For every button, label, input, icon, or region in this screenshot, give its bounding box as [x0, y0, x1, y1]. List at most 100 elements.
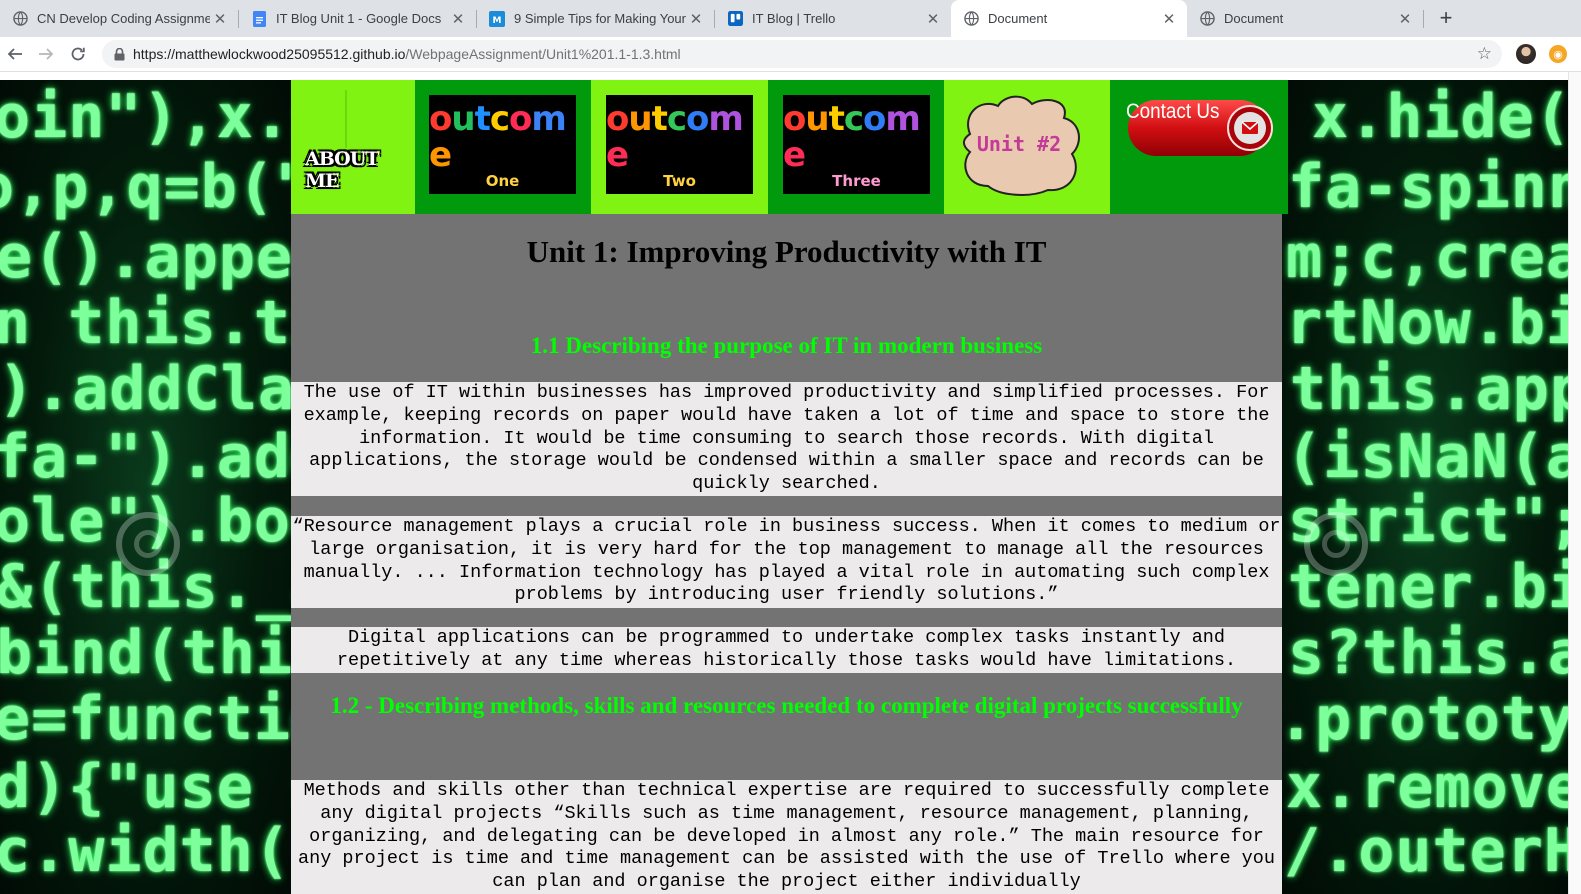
tab-title: IT Blog | Trello: [752, 11, 836, 26]
browser-toolbar: https://matthewlockwood25095512.github.i…: [0, 37, 1581, 72]
code-text-line: e().apper: [0, 222, 291, 292]
url-host: https://matthewlockwood25095512.github.i…: [133, 46, 406, 62]
code-text-line: e=functio: [0, 684, 291, 754]
reload-button[interactable]: [66, 42, 90, 66]
watermark-logo: [1304, 512, 1368, 576]
tab-title: 9 Simple Tips for Making Your: [514, 11, 686, 26]
svg-text:M: M: [493, 16, 502, 26]
tab-title: CN Develop Coding Assignmen: [37, 11, 210, 26]
code-text-line: .prototyp: [1282, 684, 1568, 754]
code-text-line: d){"use s: [0, 752, 291, 822]
tab-document-active[interactable]: Document ✕: [951, 0, 1187, 37]
outcome-subtitle: One: [485, 171, 520, 190]
lock-icon: [114, 47, 125, 61]
outcome-word: outcome: [606, 101, 753, 173]
tab-google-docs[interactable]: IT Blog Unit 1 - Google Docs ✕: [239, 0, 476, 37]
code-text-line: c.width(: [0, 816, 291, 886]
tab-separator: [1423, 10, 1424, 28]
nav-outcome-two[interactable]: outcome Two: [591, 80, 768, 214]
arrow-left-icon: [7, 48, 22, 60]
outcome-letter: m: [531, 98, 566, 139]
page-scrollbar[interactable]: [1568, 72, 1581, 894]
outcome-word: outcome: [429, 101, 576, 173]
outcome-letter: o: [686, 98, 709, 139]
forward-button[interactable]: [34, 42, 58, 66]
contact-us-label: Contact Us: [1126, 100, 1220, 123]
code-text-line: m;c,creat: [1286, 222, 1568, 292]
close-icon[interactable]: ✕: [210, 9, 230, 29]
outcome-letter: o: [429, 98, 452, 139]
outcome-two-image: outcome Two: [606, 95, 753, 194]
url-path: /WebpageAssignment/Unit1%201.1-1.3.html: [405, 46, 681, 62]
code-text-line: n this.ti: [0, 288, 291, 358]
close-icon[interactable]: ✕: [448, 9, 468, 29]
outcome-word: outcome: [783, 101, 930, 173]
paragraph-methods-skills: Methods and skills other than technical …: [291, 780, 1282, 894]
medium-icon: M: [489, 10, 505, 27]
outcome-letter: u: [805, 98, 829, 139]
main-content: ABOUT ME outcome One outcome Two outcome: [291, 80, 1288, 894]
outcome-letter: c: [666, 98, 687, 139]
close-icon[interactable]: ✕: [923, 9, 943, 29]
arrow-right-icon: [39, 48, 54, 60]
background-code-right: x.hide( fa-spinne m;c,creat rtNow.bin th…: [1282, 80, 1568, 894]
tab-title: IT Blog Unit 1 - Google Docs: [276, 11, 442, 26]
bookmark-star-icon[interactable]: ☆: [1477, 44, 1492, 64]
code-text-line: o,p,q=b(": [0, 152, 291, 222]
section-heading-1-1: 1.1 Describing the purpose of IT in mode…: [530, 333, 1043, 358]
tab-document[interactable]: Document ✕: [1187, 0, 1423, 37]
nav-outcome-one[interactable]: outcome One: [415, 80, 591, 214]
nav-about-me[interactable]: ABOUT ME: [291, 80, 415, 214]
code-text-line: x.hide(: [1312, 82, 1568, 152]
code-text-line: (isNaN(a: [1286, 422, 1568, 492]
outcome-subtitle: Three: [832, 171, 881, 190]
tab-coding-assignment[interactable]: CN Develop Coding Assignmen ✕: [0, 0, 238, 37]
globe-icon: [1199, 11, 1215, 27]
tab-medium-article[interactable]: M 9 Simple Tips for Making Your ✕: [477, 0, 714, 37]
profile-avatar[interactable]: [1516, 44, 1536, 64]
tab-title: Document: [1224, 11, 1284, 26]
close-icon[interactable]: ✕: [686, 9, 706, 29]
watermark-logo: [116, 512, 180, 576]
code-text-line: x.remove(: [1286, 752, 1568, 822]
code-text-line: fa-spinne: [1288, 152, 1568, 222]
outcome-letter: m: [708, 98, 743, 139]
back-button[interactable]: [3, 42, 27, 66]
globe-icon: [963, 11, 979, 27]
outcome-one-image: outcome One: [429, 95, 576, 194]
close-icon[interactable]: ✕: [1395, 9, 1415, 29]
tab-title: Document: [988, 11, 1048, 26]
nav-outcome-three[interactable]: outcome Three: [768, 80, 944, 214]
tab-trello[interactable]: IT Blog | Trello ✕: [715, 0, 951, 37]
about-me-label: ABOUT ME: [305, 148, 379, 192]
outcome-letter: o: [863, 98, 886, 139]
section-heading-1-2: 1.2 - Describing methods, skills and res…: [330, 693, 1243, 718]
about-me-logo: ABOUT ME: [305, 148, 401, 192]
address-bar[interactable]: https://matthewlockwood25095512.github.i…: [102, 40, 1502, 68]
paragraph-resource-quote: “Resource management plays a crucial rol…: [291, 516, 1282, 608]
outcome-letter: o: [509, 98, 532, 139]
image-navigation-bar: ABOUT ME outcome One outcome Two outcome: [291, 80, 1288, 214]
background-code-left: oin"),x.s o,p,q=b(" e().apper n this.ti …: [0, 80, 291, 894]
outcome-letter: o: [783, 98, 806, 139]
nav-unit-2[interactable]: Unit #2: [944, 80, 1110, 214]
outcome-letter: t: [828, 98, 845, 139]
close-icon[interactable]: ✕: [1159, 9, 1179, 29]
nav-contact-us[interactable]: Contact Us: [1110, 80, 1288, 214]
globe-icon: [12, 11, 28, 27]
paragraph-digital-applications: Digital applications can be programmed t…: [291, 627, 1282, 673]
extension-icon[interactable]: ◉: [1549, 45, 1567, 63]
outcome-letter: c: [843, 98, 864, 139]
code-text-line: ).addClas: [0, 354, 291, 424]
outcome-letter: e: [606, 134, 629, 175]
code-text-line: this.appe: [1290, 354, 1568, 424]
google-docs-icon: [251, 10, 267, 27]
paragraph-it-purpose: The use of IT within businesses has impr…: [291, 382, 1282, 496]
outcome-letter: t: [474, 98, 491, 139]
code-text-line: fa-").add: [0, 422, 291, 492]
outcome-letter: c: [489, 98, 510, 139]
code-text-line: rtNow.bin: [1286, 288, 1568, 358]
new-tab-button[interactable]: +: [1434, 5, 1458, 30]
page-title: Unit 1: Improving Productivity with IT: [526, 234, 1047, 269]
outcome-letter: u: [628, 98, 652, 139]
